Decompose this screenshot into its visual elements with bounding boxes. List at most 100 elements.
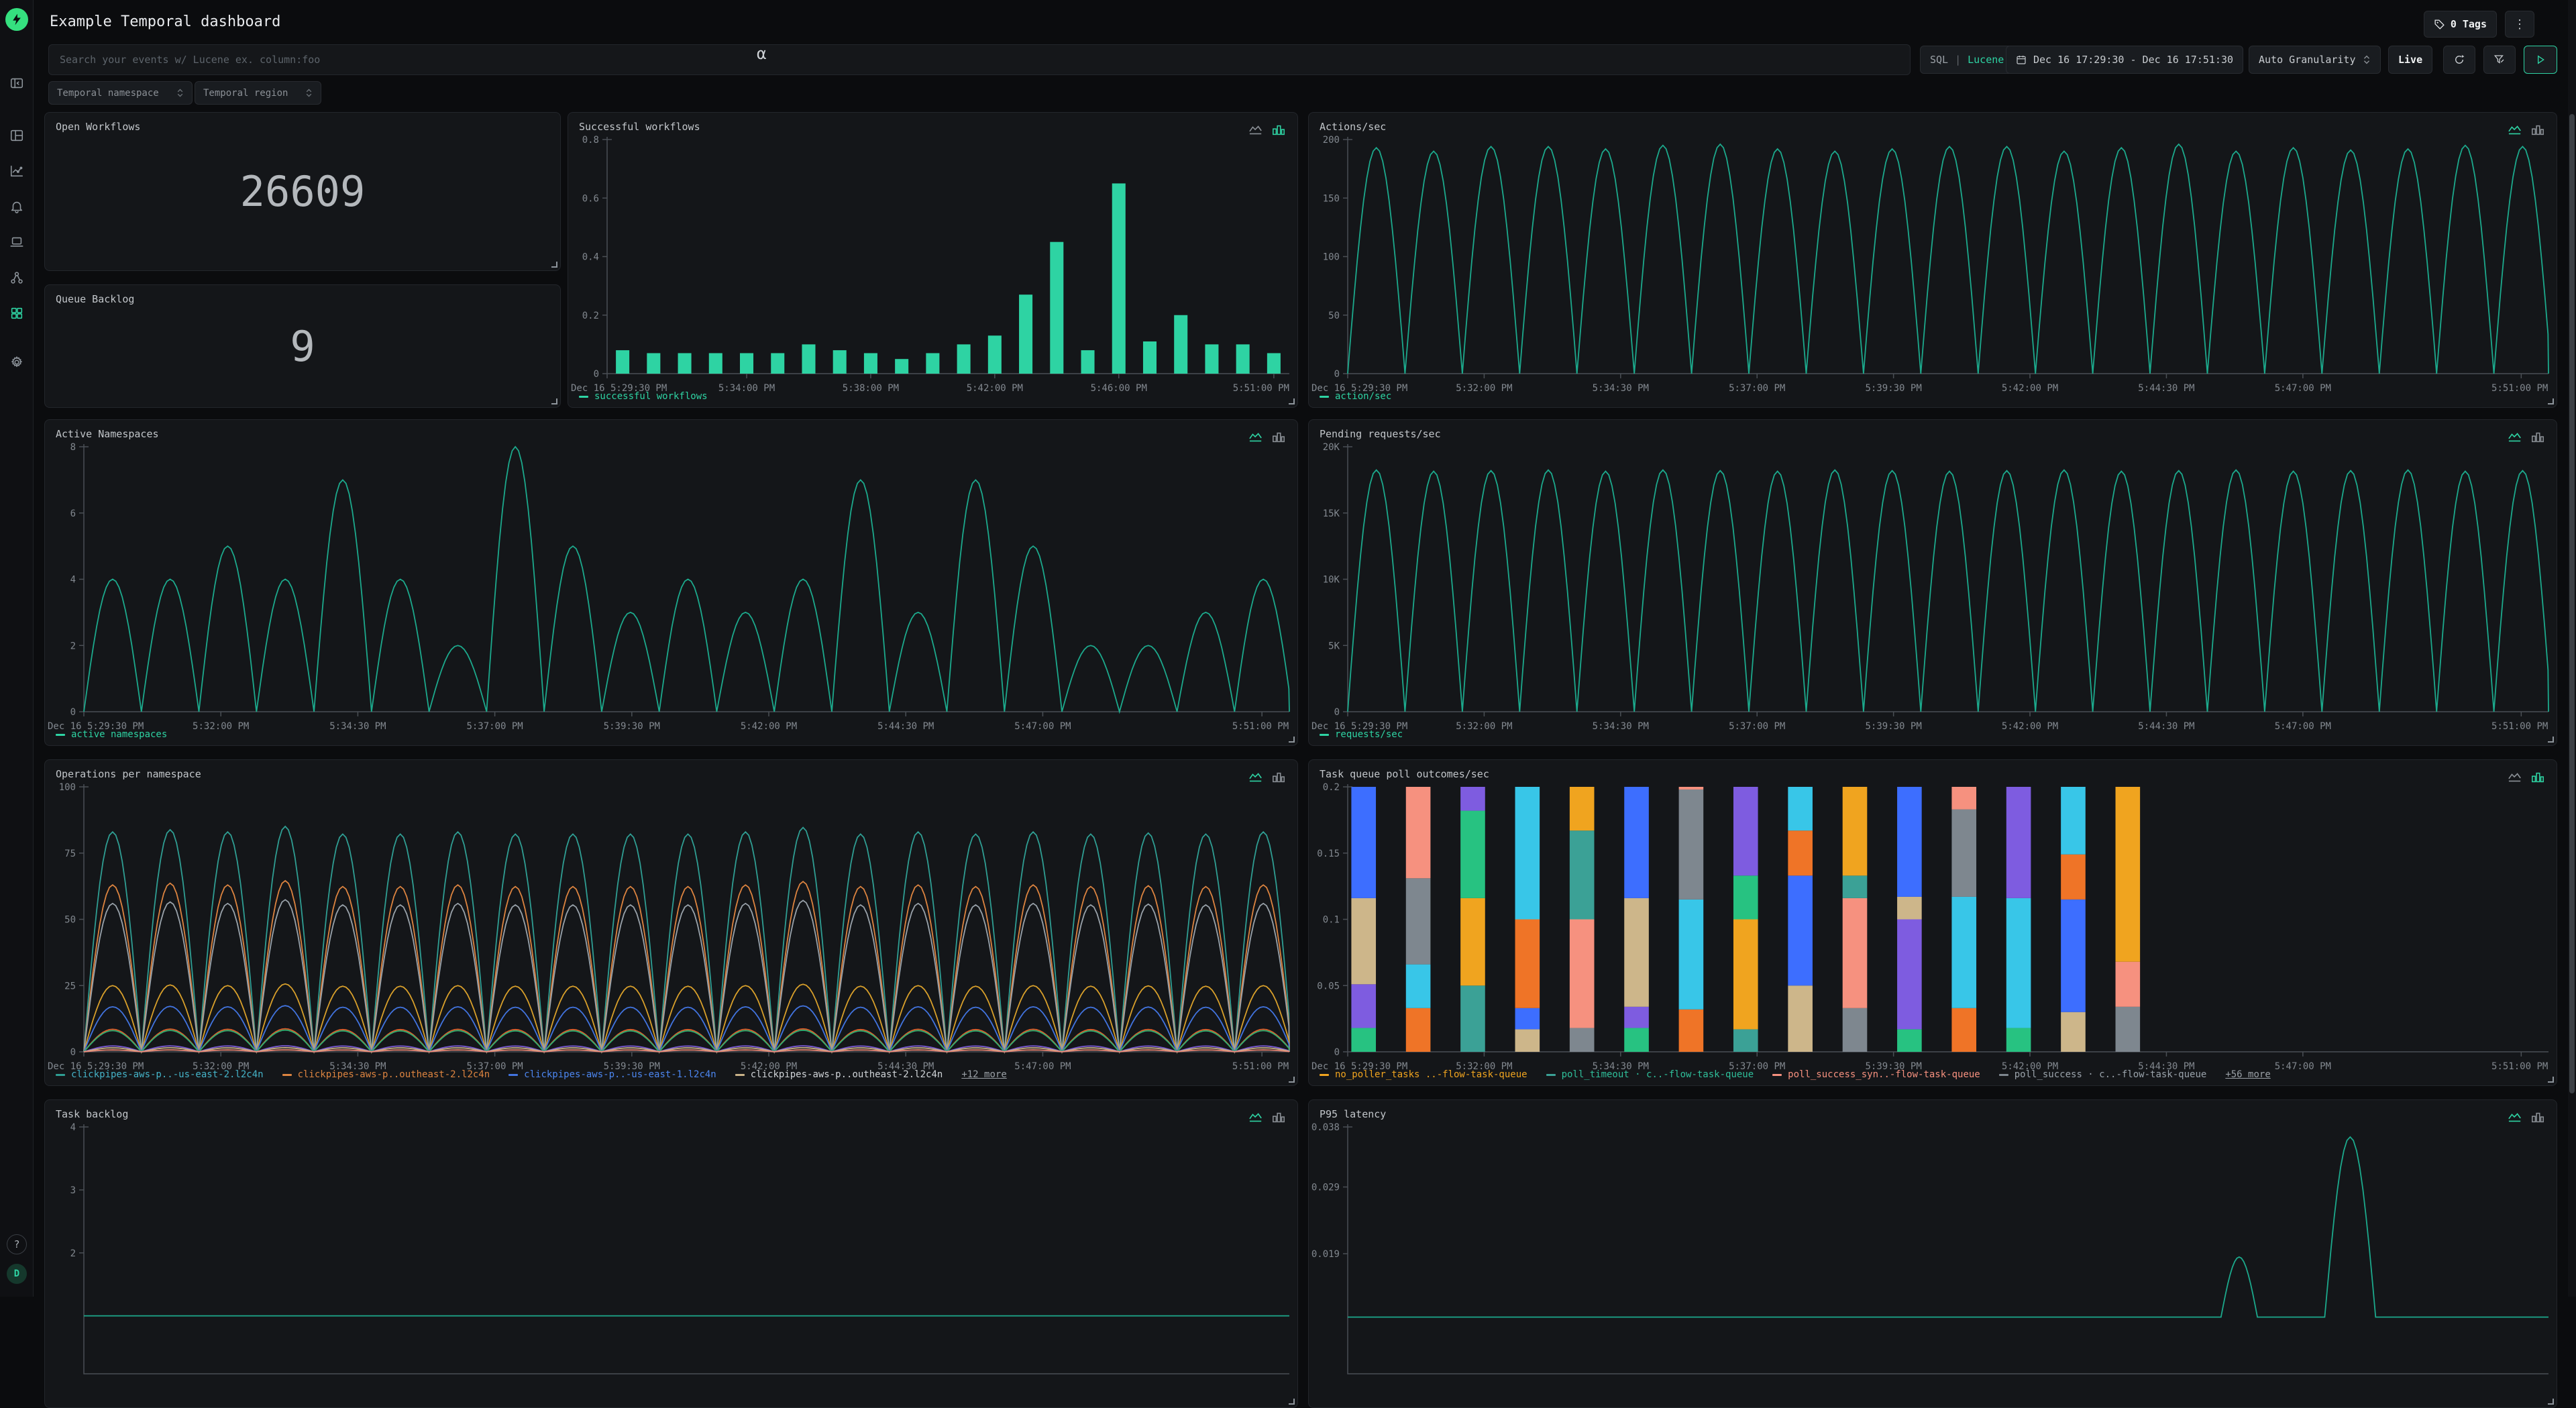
alerts-bell-icon[interactable] [9,199,25,215]
svg-text:5:51:00 PM: 5:51:00 PM [2491,383,2548,394]
granularity-select[interactable]: Auto Granularity [2249,46,2381,74]
legend-item[interactable]: successful workflows [579,391,708,402]
svg-text:5:32:00 PM: 5:32:00 PM [1456,383,1512,394]
svg-text:0: 0 [1334,1047,1340,1058]
bar-chart-icon[interactable] [2530,771,2546,784]
line-chart-icon[interactable] [1248,431,1264,444]
help-button[interactable]: ? [7,1234,27,1254]
search-input[interactable] [48,44,1911,75]
service-map-icon[interactable] [9,270,25,286]
user-avatar[interactable]: D [7,1264,27,1284]
resize-handle[interactable] [2548,1399,2554,1405]
app-logo[interactable] [5,8,28,31]
resize-handle[interactable] [2548,737,2554,743]
legend-more-link[interactable]: +12 more [961,1069,1006,1080]
legend-label: clickpipes-aws-p..outheast-2.l2c4n [751,1069,943,1080]
line-chart-icon[interactable] [1248,123,1264,137]
settings-gear-icon[interactable] [9,354,25,370]
legend-item[interactable]: active namespaces [56,729,167,740]
svg-text:2: 2 [70,641,76,651]
legend-item[interactable]: poll_success · c..-flow-task-queue [1999,1069,2207,1080]
svg-text:25: 25 [64,981,76,991]
run-query-button[interactable] [2524,46,2557,74]
bar-chart-icon[interactable] [1271,431,1287,444]
legend-item[interactable]: no_poller_tasks ..-flow-task-queue [1320,1069,1527,1080]
line-chart-icon[interactable] [2507,771,2523,784]
scrollbar-thumb[interactable] [2569,114,2575,1093]
tags-button[interactable]: 0 Tags [2424,11,2497,38]
bar-chart-icon[interactable] [2530,1111,2546,1124]
bar-chart-icon[interactable] [1271,123,1287,137]
legend-item[interactable]: poll_success_syn..-flow-task-queue [1772,1069,1980,1080]
legend-item[interactable]: clickpipes-aws-p..-us-east-2.l2c4n [56,1069,264,1080]
legend-dash [508,1074,518,1076]
legend-item[interactable]: action/sec [1320,391,1391,402]
refresh-button[interactable] [2443,46,2475,74]
svg-text:5:34:00 PM: 5:34:00 PM [718,383,775,394]
line-chart-icon[interactable] [1248,771,1264,784]
line-chart-icon[interactable] [2507,1111,2523,1124]
chart-task-queue-poll-outcomes: 00.050.10.150.2Dec 16 5:29:30 PM5:32:00 … [1309,760,2557,1086]
svg-text:5:47:00 PM: 5:47:00 PM [2275,721,2331,732]
chart-pending-requests: 05K10K15K20KDec 16 5:29:30 PM5:32:00 PM5… [1309,420,2557,746]
legend-item[interactable]: poll_timeout · c..-flow-task-queue [1546,1069,1754,1080]
svg-text:0.05: 0.05 [1317,981,1340,991]
chart-task-backlog: 432 [45,1100,1298,1408]
svg-text:5:37:00 PM: 5:37:00 PM [1729,383,1785,394]
resize-handle[interactable] [2548,398,2554,404]
legend-label: poll_success · c..-flow-task-queue [2015,1069,2207,1080]
panel-toggle-icon[interactable] [9,75,25,91]
legend-item[interactable]: clickpipes-aws-p..outheast-2.l2c4n [282,1069,490,1080]
resize-handle[interactable] [2548,1077,2554,1083]
granularity-label: Auto Granularity [2259,54,2356,66]
filter-button[interactable] [2483,46,2516,74]
resize-handle[interactable] [551,398,557,404]
legend-more-link[interactable]: +56 more [2225,1069,2270,1080]
lightning-bolt-icon [10,13,23,26]
line-chart-icon[interactable] [1248,1111,1264,1124]
filter-label: Temporal region [203,88,288,99]
svg-text:5:34:30 PM: 5:34:30 PM [1593,721,1649,732]
sessions-laptop-icon[interactable] [9,234,25,250]
bar-chart-icon[interactable] [1271,771,1287,784]
live-button[interactable]: Live [2388,46,2432,74]
svg-text:0.2: 0.2 [582,311,599,321]
line-chart-icon[interactable] [2507,431,2523,444]
legend-label: requests/sec [1335,729,1403,740]
svg-text:0: 0 [1334,369,1340,380]
svg-text:5:39:30 PM: 5:39:30 PM [1865,383,1921,394]
metrics-chart-icon[interactable] [9,163,25,179]
svg-text:5:37:00 PM: 5:37:00 PM [1729,721,1785,732]
bar-chart-icon[interactable] [2530,123,2546,137]
legend-item[interactable]: requests/sec [1320,729,1403,740]
dashboards-icon[interactable] [9,305,25,321]
line-chart-icon[interactable] [2507,123,2523,137]
legend-dash [1320,1074,1329,1076]
svg-text:10K: 10K [1323,575,1340,586]
legend-dash [1999,1074,2008,1076]
views-grid-icon[interactable] [9,127,25,144]
filter-temporal-namespace[interactable]: Temporal namespace [48,81,193,105]
svg-text:5:32:00 PM: 5:32:00 PM [1456,721,1512,732]
panel-pending-requests: Pending requests/sec 05K10K15K20KDec 16 … [1308,419,2557,746]
panel-p95-latency: P95 latency 0.0380.0290.019 [1308,1099,2557,1408]
resize-handle[interactable] [1289,398,1295,404]
time-range-button[interactable]: Dec 16 17:29:30 - Dec 16 17:51:30 [2006,46,2243,74]
resize-handle[interactable] [1289,1077,1295,1083]
live-label: Live [2398,54,2422,66]
bar-chart-icon[interactable] [2530,431,2546,444]
legend-dash [282,1074,292,1076]
resize-handle[interactable] [1289,1399,1295,1405]
lucene-label: Lucene [1968,54,2004,66]
chart-successful-workflows: 00.20.40.60.8Dec 16 5:29:30 PM5:34:00 PM… [568,113,1298,408]
kebab-menu-button[interactable]: ⋮ [2505,11,2534,38]
query-language-toggle[interactable]: SQL | Lucene [1920,46,2014,74]
bar-chart-icon[interactable] [1271,1111,1287,1124]
resize-handle[interactable] [1289,737,1295,743]
resize-handle[interactable] [551,262,557,268]
filter-temporal-region[interactable]: Temporal region [195,81,321,105]
legend-item[interactable]: clickpipes-aws-p..-us-east-1.l2c4n [508,1069,716,1080]
svg-text:5:47:00 PM: 5:47:00 PM [1014,721,1071,732]
legend-item[interactable]: clickpipes-aws-p..outheast-2.l2c4n [735,1069,943,1080]
svg-text:5:47:00 PM: 5:47:00 PM [1014,1061,1071,1072]
